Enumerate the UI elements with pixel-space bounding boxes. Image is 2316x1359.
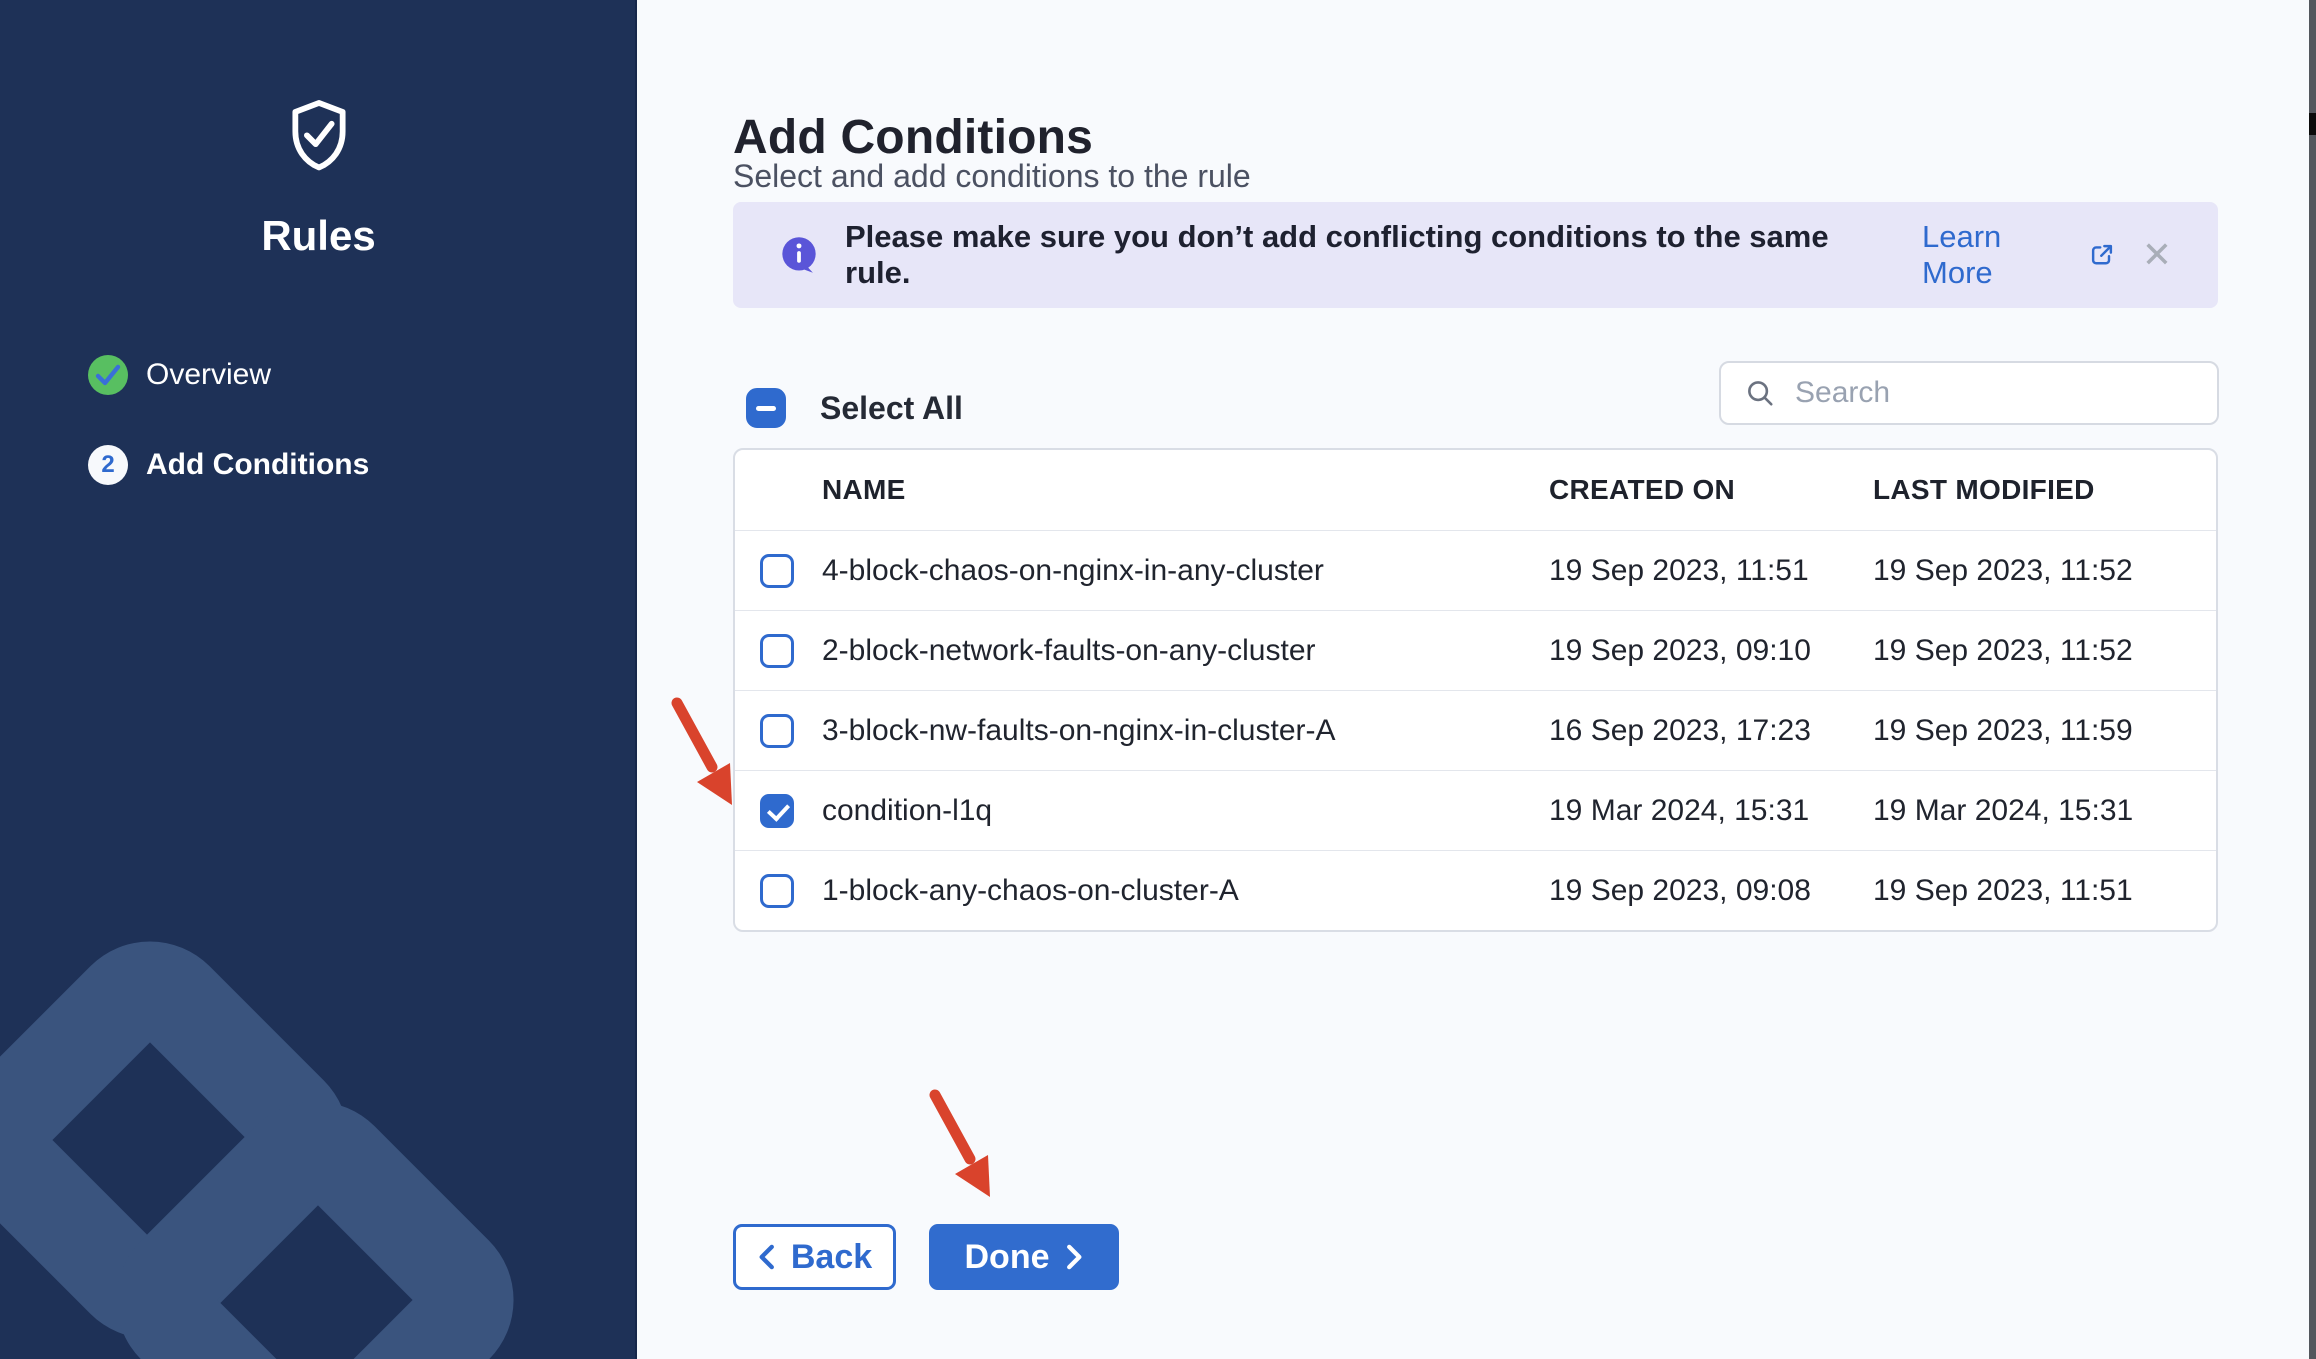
- shield-check-icon: [286, 98, 352, 181]
- condition-name: 4-block-chaos-on-nginx-in-any-cluster: [822, 531, 1324, 611]
- condition-name: condition-l1q: [822, 771, 992, 851]
- row-checkbox[interactable]: [760, 794, 794, 828]
- row-checkbox[interactable]: [760, 554, 794, 588]
- column-header-created-on: CREATED ON: [1549, 450, 1735, 530]
- table-row-selected: condition-l1q 19 Mar 2024, 15:31 19 Mar …: [735, 770, 2216, 850]
- page-subtitle: Select and add conditions to the rule: [733, 158, 1251, 195]
- scrollbar-track[interactable]: [2309, 0, 2316, 1359]
- column-header-last-modified: LAST MODIFIED: [1873, 450, 2095, 530]
- step-label: Add Conditions: [146, 448, 369, 482]
- select-all-control: Select All: [746, 388, 963, 428]
- step-overview[interactable]: Overview: [88, 355, 271, 395]
- chevron-left-icon: [757, 1244, 775, 1270]
- rules-wizard-window: Rules Overview 2 Add Conditions Add Cond…: [0, 0, 2316, 1359]
- table-header: NAME CREATED ON LAST MODIFIED: [735, 450, 2216, 530]
- last-modified-value: 19 Sep 2023, 11:52: [1873, 531, 2133, 611]
- created-on-value: 19 Sep 2023, 11:51: [1549, 531, 1809, 611]
- banner-message: Please make sure you don’t add conflicti…: [845, 219, 1888, 291]
- wizard-sidebar: Rules Overview 2 Add Conditions: [0, 0, 637, 1359]
- select-all-checkbox[interactable]: [746, 388, 786, 428]
- main-panel: Add Conditions Select and add conditions…: [637, 0, 2316, 1359]
- done-button[interactable]: Done: [929, 1224, 1119, 1290]
- chevron-right-icon: [1066, 1244, 1084, 1270]
- select-all-label: Select All: [820, 390, 963, 427]
- search-input[interactable]: [1793, 375, 2197, 411]
- step-label: Overview: [146, 358, 271, 392]
- table-row: 1-block-any-chaos-on-cluster-A 19 Sep 20…: [735, 850, 2216, 930]
- last-modified-value: 19 Mar 2024, 15:31: [1873, 771, 2133, 851]
- column-header-name: NAME: [822, 450, 906, 530]
- done-button-label: Done: [965, 1238, 1050, 1277]
- created-on-value: 19 Sep 2023, 09:10: [1549, 611, 1811, 691]
- step-add-conditions[interactable]: 2 Add Conditions: [88, 445, 369, 485]
- row-checkbox[interactable]: [760, 874, 794, 908]
- created-on-value: 19 Sep 2023, 09:08: [1549, 851, 1811, 931]
- search-box: [1719, 361, 2219, 425]
- sidebar-title: Rules: [0, 212, 637, 260]
- condition-name: 3-block-nw-faults-on-nginx-in-cluster-A: [822, 691, 1336, 771]
- external-link-icon: [2088, 241, 2116, 269]
- last-modified-value: 19 Sep 2023, 11:59: [1873, 691, 2133, 771]
- last-modified-value: 19 Sep 2023, 11:52: [1873, 611, 2133, 691]
- created-on-value: 19 Mar 2024, 15:31: [1549, 771, 1809, 851]
- page-title: Add Conditions: [733, 110, 1093, 165]
- learn-more-link[interactable]: Learn More: [1922, 219, 2116, 291]
- info-banner: Please make sure you don’t add conflicti…: [733, 202, 2218, 308]
- search-icon: [1745, 378, 1775, 408]
- condition-name: 1-block-any-chaos-on-cluster-A: [822, 851, 1239, 931]
- table-row: 2-block-network-faults-on-any-cluster 19…: [735, 610, 2216, 690]
- back-button-label: Back: [791, 1238, 872, 1277]
- step-complete-icon: [88, 355, 128, 395]
- conditions-table: NAME CREATED ON LAST MODIFIED 4-block-ch…: [733, 448, 2218, 932]
- close-icon[interactable]: ✕: [2142, 237, 2172, 273]
- scrollbar-thumb[interactable]: [2309, 113, 2316, 135]
- table-row: 4-block-chaos-on-nginx-in-any-cluster 19…: [735, 530, 2216, 610]
- row-checkbox[interactable]: [760, 714, 794, 748]
- table-row: 3-block-nw-faults-on-nginx-in-cluster-A …: [735, 690, 2216, 770]
- step-number-badge: 2: [88, 445, 128, 485]
- back-button[interactable]: Back: [733, 1224, 896, 1290]
- condition-name: 2-block-network-faults-on-any-cluster: [822, 611, 1316, 691]
- created-on-value: 16 Sep 2023, 17:23: [1549, 691, 1811, 771]
- row-checkbox[interactable]: [760, 634, 794, 668]
- last-modified-value: 19 Sep 2023, 11:51: [1873, 851, 2133, 931]
- info-bubble-icon: [779, 235, 819, 275]
